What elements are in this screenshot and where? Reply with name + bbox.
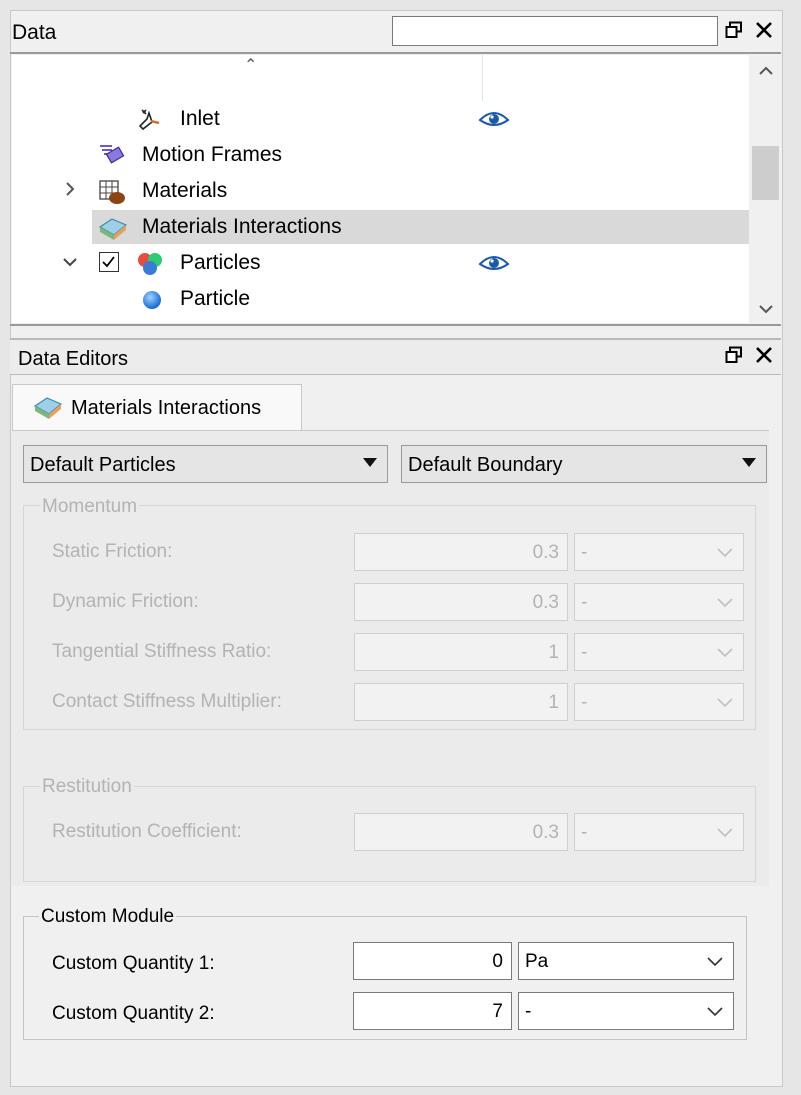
chevron-down-icon [717,598,733,608]
particles-select[interactable]: Default Particles [23,445,388,483]
float-panel-icon[interactable] [725,21,747,39]
tree-item-materials[interactable]: Materials [12,174,749,208]
select-value: Default Boundary [408,454,563,476]
tree-item-materials-interactions[interactable]: Materials Interactions [12,210,749,244]
scroll-down-icon[interactable] [751,301,781,319]
custom-quantity-2-input[interactable]: 7 [353,992,512,1030]
unit-select: - [574,583,744,621]
select-value: Default Particles [30,454,176,476]
divider [10,52,781,54]
boundary-select[interactable]: Default Boundary [401,445,767,483]
data-editors-title: Data Editors [18,348,129,370]
tangential-stiffness-ratio-input: 1 [354,633,568,671]
tree-item-particle[interactable]: Particle [12,282,749,316]
data-search-input[interactable] [392,16,718,46]
field-label: Contact Stiffness Multiplier: [52,691,282,712]
unit-select: - [574,533,744,571]
particles-icon [136,251,162,275]
chevron-down-icon [707,1007,723,1017]
tree-item-label: Particle [180,287,251,310]
unit-select: - [574,633,744,671]
dynamic-friction-input: 0.3 [354,583,568,621]
field-label: Custom Quantity 2: [52,1003,215,1024]
chevron-down-icon [717,698,733,708]
scroll-thumb[interactable] [752,146,779,200]
field-label: Static Friction: [52,541,173,562]
eye-icon[interactable] [478,253,510,278]
tree-item-inlet[interactable]: Inlet [12,102,749,136]
chevron-down-icon [717,828,733,838]
sort-caret-icon[interactable]: ⌃ [244,55,257,75]
tree-item-label: Particles [180,251,261,274]
static-friction-input: 0.3 [354,533,568,571]
close-panel-icon[interactable] [755,346,777,364]
custom-quantity-2-unit-select[interactable]: - [518,992,734,1030]
chevron-down-icon [717,648,733,658]
group-title: Restitution [40,776,134,798]
particles-checkbox[interactable] [99,252,119,272]
field-label: Tangential Stiffness Ratio: [52,641,272,662]
custom-quantity-1-input[interactable]: 0 [353,942,512,980]
particle-icon [142,290,166,314]
tree-scrollbar[interactable] [751,55,781,323]
group-title: Momentum [40,496,140,518]
data-panel-title: Data [12,21,57,44]
custom-quantity-1-unit-select[interactable]: Pa [518,942,734,980]
contact-stiffness-multiplier-input: 1 [354,683,568,721]
eye-icon[interactable] [478,109,510,134]
chevron-down-icon [717,548,733,558]
field-label: Restitution Coefficient: [52,821,242,842]
unit-select: - [574,813,744,851]
close-panel-icon[interactable] [755,21,777,39]
inlet-icon [137,107,161,131]
expand-chevron-right-icon[interactable] [60,180,80,203]
field-label: Dynamic Friction: [52,591,199,612]
group-title: Custom Module [39,906,177,928]
motion-frames-icon [98,143,125,167]
tree-item-particles[interactable]: Particles [12,246,749,280]
tab-materials-interactions[interactable]: Materials Interactions [12,384,302,430]
scroll-up-icon[interactable] [751,63,781,81]
materials-interactions-icon [98,215,128,240]
tree-item-motion-frames[interactable]: Motion Frames [12,138,749,172]
unit-select: - [574,683,744,721]
tab-label: Materials Interactions [71,397,262,419]
dropdown-arrow-icon [742,458,756,467]
chevron-down-icon [707,957,723,967]
data-tree[interactable]: ⌃ Inlet Motion Frames Materials Material [12,55,749,323]
tree-item-label: Materials [142,179,228,202]
float-panel-icon[interactable] [725,346,747,364]
divider [10,374,781,375]
tree-item-label: Inlet [180,107,220,130]
restitution-coefficient-input: 0.3 [354,813,568,851]
dropdown-arrow-icon [363,458,377,467]
column-divider [482,55,483,101]
expand-chevron-down-icon[interactable] [60,252,80,273]
field-label: Custom Quantity 1: [52,953,215,974]
divider [10,324,781,326]
materials-icon [98,179,125,204]
tree-item-label: Motion Frames [142,143,283,166]
tree-item-label: Materials Interactions [142,215,342,238]
materials-interactions-icon [33,394,63,425]
